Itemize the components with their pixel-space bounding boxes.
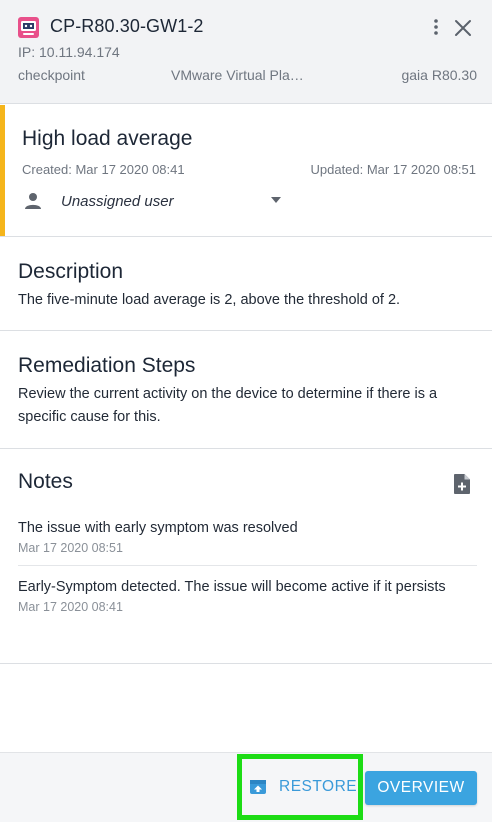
- restore-button[interactable]: RESTORE: [249, 770, 359, 804]
- restore-label: RESTORE: [279, 778, 358, 795]
- device-title: CP-R80.30-GW1-2: [50, 16, 204, 36]
- notes-card: Notes The issue with early symptom was r…: [0, 450, 492, 664]
- overview-button[interactable]: OVERVIEW: [365, 771, 477, 805]
- note-text: The issue with early symptom was resolve…: [18, 520, 298, 536]
- device-vendor: checkpoint: [18, 67, 85, 83]
- remediation-body: Review the current activity on the devic…: [18, 386, 438, 425]
- device-avatar-icon: [18, 17, 39, 38]
- issue-card: High load average Created: Mar 17 2020 0…: [0, 105, 492, 237]
- note-item: The issue with early symptom was resolve…: [18, 518, 477, 555]
- action-footer: RESTORE OVERVIEW: [0, 752, 492, 822]
- issue-title: High load average: [22, 127, 193, 150]
- device-ip: IP: 10.11.94.174: [18, 44, 120, 60]
- user-icon: [25, 193, 41, 209]
- close-icon[interactable]: [452, 17, 474, 39]
- assignee-label: Unassigned user: [61, 193, 174, 210]
- note-divider: [18, 565, 477, 566]
- more-vertical-icon[interactable]: [428, 17, 444, 37]
- restore-icon: [250, 780, 266, 794]
- caret-down-icon: [271, 197, 281, 203]
- note-item: Early-Symptom detected. The issue will b…: [18, 577, 477, 614]
- description-card: Description The five-minute load average…: [0, 238, 492, 331]
- remediation-card: Remediation Steps Review the current act…: [0, 332, 492, 449]
- note-date: Mar 17 2020 08:51: [18, 541, 123, 555]
- device-platform: VMware Virtual Pla…: [171, 67, 304, 83]
- issue-updated-date: Updated: Mar 17 2020 08:51: [310, 162, 476, 177]
- description-title: Description: [18, 260, 124, 283]
- notes-title: Notes: [18, 470, 73, 493]
- description-body: The five-minute load average is 2, above…: [18, 292, 401, 308]
- issue-created-date: Created: Mar 17 2020 08:41: [22, 162, 185, 177]
- severity-accent-bar: [0, 105, 5, 236]
- add-note-icon[interactable]: [452, 473, 472, 495]
- assignee-dropdown[interactable]: Unassigned user: [22, 189, 292, 215]
- device-os: gaia R80.30: [401, 67, 477, 83]
- note-text: Early-Symptom detected. The issue will b…: [18, 579, 446, 595]
- note-date: Mar 17 2020 08:41: [18, 600, 123, 614]
- issue-detail-panel: CP-R80.30-GW1-2 IP: 10.11.94.174 checkpo…: [0, 0, 492, 822]
- device-header: CP-R80.30-GW1-2 IP: 10.11.94.174 checkpo…: [0, 0, 492, 104]
- remediation-title: Remediation Steps: [18, 354, 196, 377]
